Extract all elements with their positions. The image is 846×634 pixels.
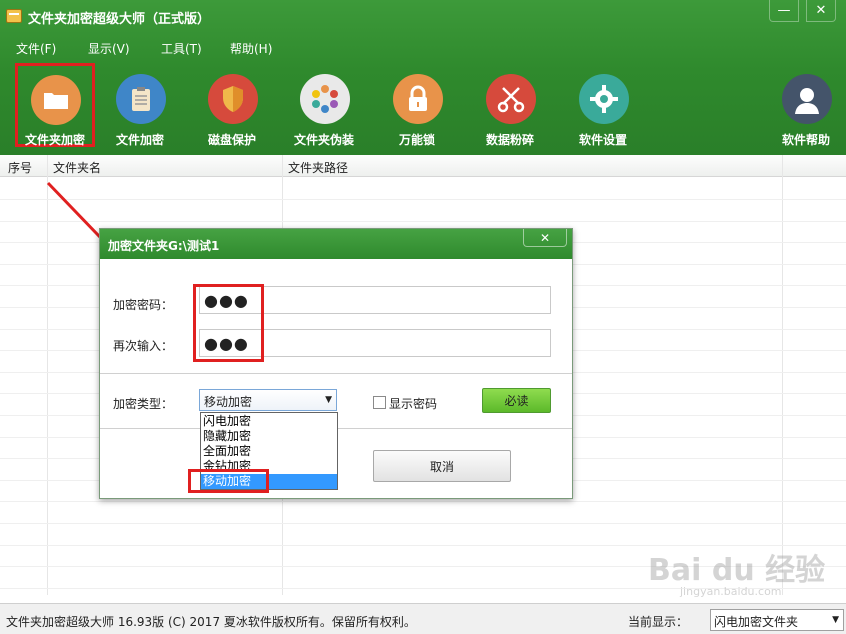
must-read-button[interactable]: 必读 bbox=[482, 388, 551, 413]
confirm-password-label: 再次输入： bbox=[113, 339, 174, 353]
encryption-type-select[interactable]: 移动加密 ▼ bbox=[199, 389, 337, 411]
dialog-close-button[interactable]: ✕ bbox=[523, 229, 567, 247]
password-label: 加密密码： bbox=[113, 298, 174, 312]
status-text: 文件夹加密超级大师 16.93版 (C) 2017 夏冰软件版权所有。保留所有权… bbox=[6, 615, 416, 629]
chevron-down-icon: ▼ bbox=[325, 395, 332, 405]
chevron-down-icon: ▼ bbox=[832, 615, 839, 625]
show-password-label[interactable]: 显示密码 bbox=[389, 395, 437, 412]
dialog-title: 加密文件夹G:\测试1 bbox=[108, 239, 220, 253]
current-display-select[interactable]: 闪电加密文件夹 ▼ bbox=[710, 609, 844, 631]
current-display-value: 闪电加密文件夹 bbox=[714, 615, 799, 629]
option-flash-encrypt[interactable]: 闪电加密 bbox=[201, 414, 337, 429]
cancel-button[interactable]: 取消 bbox=[373, 450, 511, 482]
current-display-label: 当前显示： bbox=[628, 615, 689, 629]
encryption-type-label: 加密类型： bbox=[113, 397, 174, 411]
encryption-type-value: 移动加密 bbox=[204, 395, 253, 409]
show-password-checkbox[interactable] bbox=[373, 396, 386, 409]
highlight-box bbox=[193, 284, 264, 362]
divider bbox=[100, 373, 572, 374]
status-bar: 文件夹加密超级大师 16.93版 (C) 2017 夏冰软件版权所有。保留所有权… bbox=[0, 603, 846, 634]
option-hidden-encrypt[interactable]: 隐藏加密 bbox=[201, 429, 337, 444]
dialog-title-bar: 加密文件夹G:\测试1 ✕ bbox=[100, 229, 572, 259]
option-full-encrypt[interactable]: 全面加密 bbox=[201, 444, 337, 459]
highlight-box bbox=[188, 469, 269, 493]
